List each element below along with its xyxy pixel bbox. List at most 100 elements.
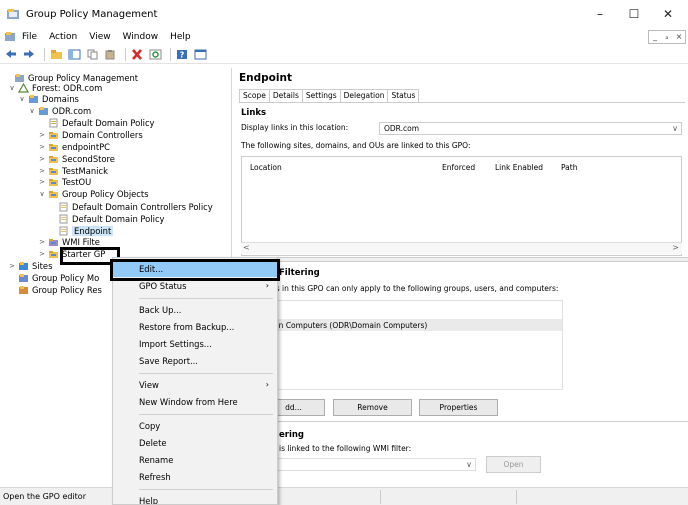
tree-item-wmi-filte[interactable]: > WMI Filte (38, 236, 100, 247)
delete-icon[interactable] (130, 48, 144, 61)
links-horizontal-scrollbar[interactable]: < > (241, 242, 682, 254)
gpm-app-icon (7, 9, 19, 19)
menu-view[interactable]: View (89, 32, 110, 42)
tree-item-forest-odr-com[interactable]: ∨ Forest: ODR.com (8, 82, 102, 93)
chevron-right-icon[interactable]: > (38, 167, 46, 175)
security-filter-list[interactable]: ain Computers (ODR\Domain Computers) (262, 300, 563, 390)
console-icon[interactable] (193, 48, 207, 61)
menu-item-new-window-from-here[interactable]: New Window from Here (113, 394, 277, 410)
chevron-right-icon[interactable]: > (38, 155, 46, 163)
window-title: Group Policy Management (26, 8, 158, 20)
help-icon[interactable]: ? (175, 48, 189, 61)
tree-item-testou[interactable]: > TestOU (38, 176, 91, 187)
tree-item-testmanick[interactable]: > TestManick (38, 165, 108, 176)
location-combobox[interactable]: ODR.com ∨ (379, 122, 682, 135)
ou-folder-icon (49, 167, 58, 175)
back-icon[interactable] (4, 48, 18, 61)
chevron-right-icon[interactable]: > (38, 250, 46, 258)
links-listview[interactable]: Location Enforced Link Enabled Path (241, 156, 682, 256)
scroll-left-icon[interactable]: < (243, 243, 250, 252)
console-menu-icon[interactable] (4, 31, 16, 42)
gpo-link-icon (49, 118, 58, 127)
tree-item-domains[interactable]: ∨ Domains (18, 93, 78, 104)
tree-item-secondstore[interactable]: > SecondStore (38, 153, 115, 164)
menu-help[interactable]: Help (170, 32, 191, 42)
properties-button[interactable]: Properties (419, 399, 498, 416)
mdi-minimize-button[interactable]: _ (649, 31, 661, 43)
menu-item-refresh[interactable]: Refresh (113, 469, 277, 485)
status-text: Open the GPO editor (3, 492, 86, 501)
forward-icon[interactable] (22, 48, 36, 61)
wmi-filter-combobox[interactable]: ∨ (262, 458, 476, 471)
menu-item-view[interactable]: View › (113, 377, 277, 393)
mdi-restore-button[interactable]: ₐ (661, 31, 673, 43)
menu-item-rename[interactable]: Rename (113, 452, 277, 468)
tab-details[interactable]: Details (268, 89, 303, 102)
copy-icon[interactable] (85, 48, 99, 61)
tree-item-group-policy-mo[interactable]: Group Policy Mo (8, 272, 99, 283)
menu-separator (139, 414, 273, 415)
column-path[interactable]: Path (561, 163, 577, 172)
show-tree-icon[interactable] (67, 48, 81, 61)
column-location[interactable]: Location (250, 163, 282, 172)
menu-item-copy[interactable]: Copy (113, 418, 277, 434)
menu-item-help[interactable]: Help (113, 493, 277, 504)
menu-window[interactable]: Window (123, 32, 159, 42)
tree-item-label: Group Policy Res (32, 284, 102, 295)
folder-up-icon[interactable] (49, 48, 63, 61)
pane-splitter[interactable] (234, 257, 688, 262)
chevron-right-icon[interactable]: > (38, 238, 46, 246)
chevron-right-icon[interactable]: > (38, 143, 46, 151)
menu-action[interactable]: Action (49, 32, 77, 42)
tree-item-odr-com[interactable]: ∨ ODR.com (28, 105, 91, 116)
mdi-close-button[interactable]: × (673, 31, 685, 43)
gpm-icon (15, 73, 24, 82)
scroll-right-icon[interactable]: > (672, 243, 679, 252)
gpo-icon (59, 226, 68, 235)
remove-button[interactable]: Remove (333, 399, 412, 416)
menu-item-save-report[interactable]: Save Report... (113, 353, 277, 369)
ou-folder-icon (49, 131, 58, 139)
menu-item-back-up[interactable]: Back Up... (113, 302, 277, 318)
edit-highlight-box (110, 259, 280, 281)
column-link-enabled[interactable]: Link Enabled (495, 163, 543, 172)
tree-item-group-policy-res[interactable]: Group Policy Res (8, 284, 102, 295)
tree-item-default-domain-policy[interactable]: Default Domain Policy (48, 213, 165, 224)
ou-folder-icon (49, 143, 58, 151)
links-heading: Links (241, 108, 267, 118)
chevron-down-icon[interactable]: ∨ (38, 190, 46, 198)
tab-delegation[interactable]: Delegation (339, 89, 389, 102)
menu-item-delete[interactable]: Delete (113, 435, 277, 451)
tree-item-default-domain-policy[interactable]: Default Domain Policy (38, 117, 155, 128)
chevron-down-icon[interactable]: ∨ (8, 84, 16, 92)
menu-item-restore-from-backup[interactable]: Restore from Backup... (113, 319, 277, 335)
tree-item-domain-controllers[interactable]: > Domain Controllers (38, 129, 143, 140)
menu-item-label: Import Settings... (139, 339, 212, 349)
tree-item-endpoint[interactable]: Endpoint (48, 225, 114, 236)
tree-item-endpointpc[interactable]: > endpointPC (38, 141, 110, 152)
tree-item-sites[interactable]: > Sites (8, 260, 52, 271)
column-enforced[interactable]: Enforced (442, 163, 475, 172)
tree-item-label: ODR.com (52, 105, 92, 116)
tree-item-group-policy-objects[interactable]: ∨ Group Policy Objects (38, 188, 148, 199)
tree-item-default-domain-controllers-policy[interactable]: Default Domain Controllers Policy (48, 201, 213, 212)
tab-strip: Scope Details Settings Delegation Status (239, 89, 420, 102)
menu-item-label: Restore from Backup... (139, 322, 235, 332)
menu-file[interactable]: File (22, 32, 37, 42)
tree-item-label: Default Domain Controllers Policy (72, 201, 213, 212)
chevron-right-icon[interactable]: > (8, 262, 16, 270)
chevron-right-icon[interactable]: > (38, 131, 46, 139)
menu-item-import-settings[interactable]: Import Settings... (113, 336, 277, 352)
chevron-down-icon[interactable]: ∨ (28, 107, 36, 115)
tab-status[interactable]: Status (387, 89, 420, 102)
wmi-filtering-text: is linked to the following WMI filter: (279, 444, 412, 453)
chevron-down-icon[interactable]: ∨ (18, 95, 26, 103)
refresh-icon[interactable] (148, 48, 162, 61)
open-button[interactable]: Open (486, 456, 541, 473)
close-button[interactable]: ✕ (648, 0, 688, 28)
tab-settings[interactable]: Settings (301, 89, 341, 102)
chevron-right-icon[interactable]: > (38, 178, 46, 186)
mdi-controls: _ ₐ × (648, 30, 686, 44)
paste-icon[interactable] (103, 48, 117, 61)
tab-scope[interactable]: Scope (239, 89, 270, 102)
